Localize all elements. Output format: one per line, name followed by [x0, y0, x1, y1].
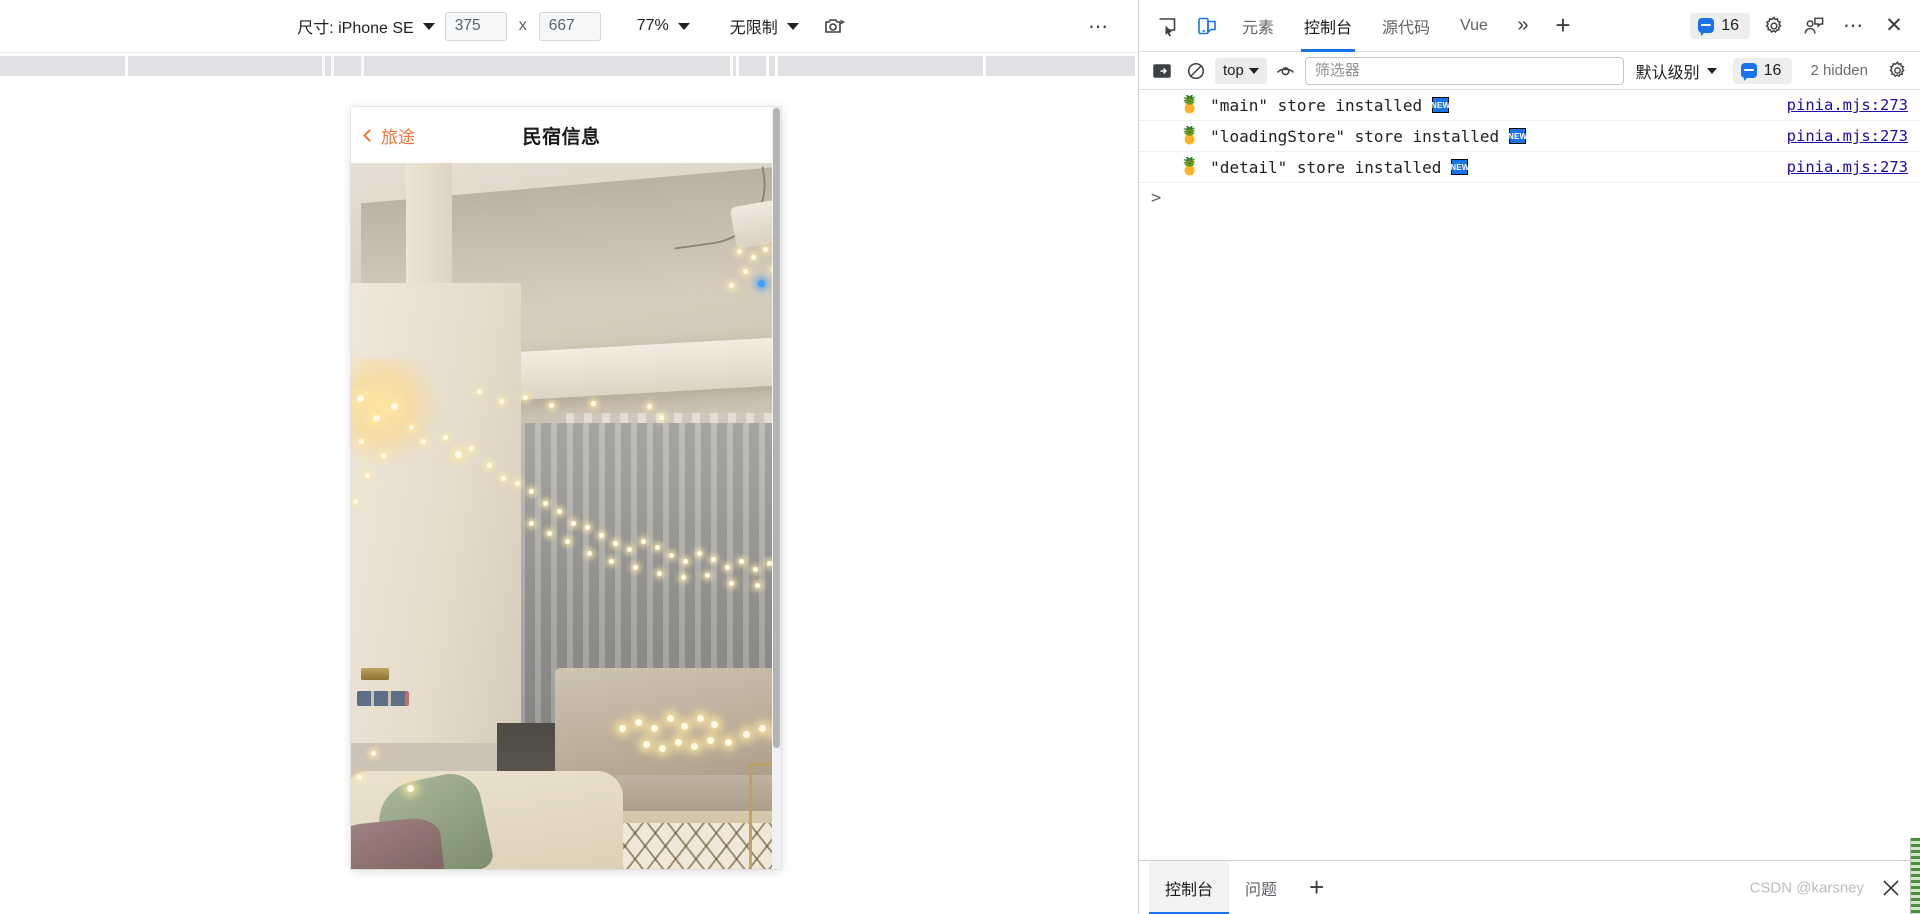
devtools-more-button[interactable]: ⋯ — [1834, 6, 1874, 46]
zoom-label: 77% — [636, 17, 669, 34]
console-message-text: "detail" store installed — [1210, 157, 1442, 177]
console-message-text: "main" store installed — [1210, 95, 1423, 115]
drawer-tab-console-label: 控制台 — [1165, 881, 1214, 899]
listing-photo[interactable] — [351, 163, 772, 869]
prompt-caret-icon: > — [1151, 188, 1162, 208]
phone-scrollbar[interactable] — [772, 107, 781, 869]
chevron-down-icon — [1706, 67, 1717, 74]
capture-screenshot-button[interactable] — [817, 11, 851, 41]
zoom-selector[interactable]: 77% — [627, 10, 700, 42]
inspect-element-button[interactable] — [1147, 6, 1187, 46]
console-message-source-link[interactable]: pinia.mjs:273 — [1787, 127, 1908, 145]
console-sidebar-button[interactable] — [1147, 57, 1177, 85]
console-message-list[interactable]: 🍍 "main" store installed NEW pinia.mjs:2… — [1139, 90, 1920, 860]
pinia-pineapple-icon: 🍍 — [1179, 156, 1201, 177]
csdn-watermark: CSDN @karsney — [1749, 879, 1864, 896]
clear-console-button[interactable] — [1181, 57, 1211, 85]
emulated-phone-screen: 旅途 民宿信息 — [351, 107, 781, 869]
drawer-tab-issues-label: 问题 — [1245, 881, 1278, 899]
new-badge: NEW — [1450, 159, 1469, 175]
devtools-drawer: 控制台 问题 + CSDN @karsney — [1139, 860, 1920, 914]
mobile-app-header: 旅途 民宿信息 — [351, 107, 772, 163]
tab-vue[interactable]: Vue — [1445, 0, 1503, 52]
tab-sources-label: 源代码 — [1382, 19, 1431, 37]
console-settings-button[interactable] — [1882, 57, 1912, 85]
devtools-window: 尺寸: iPhone SE x 77% 无限制 — [0, 0, 1920, 914]
console-issues-badge[interactable]: 16 — [1732, 57, 1793, 84]
tab-elements[interactable]: 元素 — [1227, 0, 1289, 52]
settings-button[interactable] — [1754, 6, 1794, 46]
issues-count: 16 — [1721, 16, 1739, 34]
pinia-pineapple-icon: 🍍 — [1179, 94, 1201, 115]
drawer-tab-issues[interactable]: 问题 — [1229, 861, 1293, 914]
device-size-selector[interactable]: 尺寸: iPhone SE — [287, 10, 445, 42]
throttling-selector[interactable]: 无限制 — [720, 10, 809, 42]
console-prompt[interactable]: > — [1139, 183, 1920, 213]
phone-stage: 旅途 民宿信息 — [0, 76, 1138, 914]
issues-badge-button[interactable]: 16 — [1690, 12, 1750, 39]
phone-scrollbar-thumb[interactable] — [773, 108, 780, 748]
console-filter-input[interactable] — [1304, 56, 1624, 85]
device-width-input[interactable] — [444, 11, 507, 41]
ruler-band — [0, 56, 1138, 77]
console-message-row[interactable]: 🍍 "main" store installed NEW pinia.mjs:2… — [1139, 90, 1920, 121]
photo-layers — [351, 163, 772, 869]
throttling-label: 无限制 — [729, 20, 778, 37]
new-badge: NEW — [1508, 128, 1527, 144]
device-toolbar: 尺寸: iPhone SE x 77% 无限制 — [0, 0, 1138, 52]
console-message-row[interactable]: 🍍 "loadingStore" store installed NEW pin… — [1139, 121, 1920, 152]
device-emulation-pane: 尺寸: iPhone SE x 77% 无限制 — [0, 0, 1138, 914]
console-message-source-link[interactable]: pinia.mjs:273 — [1787, 96, 1908, 114]
chevron-left-icon — [363, 128, 376, 142]
phone-page-content: 旅途 民宿信息 — [351, 107, 772, 869]
tab-sources[interactable]: 源代码 — [1367, 0, 1445, 52]
execution-context-selector[interactable]: top — [1215, 57, 1267, 84]
issues-bubble-icon — [1740, 63, 1757, 81]
tab-vue-label: Vue — [1460, 16, 1488, 34]
devtools-tabbar: 元素 控制台 源代码 Vue » + 16 ⋯ ✕ — [1139, 0, 1920, 52]
drawer-close-button[interactable] — [1876, 873, 1906, 903]
new-badge: NEW — [1431, 97, 1450, 113]
device-more-options-button[interactable]: ⋯ — [1082, 11, 1116, 41]
viewport-ruler — [0, 52, 1138, 77]
add-tab-button[interactable]: + — [1543, 6, 1583, 46]
chevron-down-icon — [786, 22, 799, 30]
more-tabs-button[interactable]: » — [1503, 6, 1543, 46]
device-size-label: 尺寸: iPhone SE — [297, 20, 414, 37]
live-expression-button[interactable] — [1271, 57, 1301, 85]
toggle-device-toolbar-button[interactable] — [1187, 6, 1227, 46]
page-scrollbar-indicator[interactable] — [1910, 838, 1920, 914]
tab-console-label: 控制台 — [1304, 19, 1353, 37]
back-button[interactable]: 旅途 — [363, 123, 415, 148]
log-level-selector[interactable]: 默认级别 — [1628, 59, 1725, 83]
console-message-source-link[interactable]: pinia.mjs:273 — [1787, 158, 1908, 176]
log-level-label: 默认级别 — [1635, 64, 1700, 82]
execution-context-label: top — [1223, 62, 1244, 79]
drawer-tab-console[interactable]: 控制台 — [1149, 860, 1230, 914]
chevron-down-icon — [422, 22, 435, 30]
console-toolbar: top 默认级别 16 2 hidden — [1139, 52, 1920, 90]
chevron-down-icon — [677, 22, 690, 30]
pinia-pineapple-icon: 🍍 — [1179, 125, 1201, 146]
feedback-button[interactable] — [1794, 6, 1834, 46]
device-height-input[interactable] — [538, 11, 601, 41]
console-message-text: "loadingStore" store installed — [1210, 126, 1500, 146]
console-issues-count: 16 — [1763, 61, 1782, 79]
console-message-row[interactable]: 🍍 "detail" store installed NEW pinia.mjs… — [1139, 152, 1920, 183]
tab-console[interactable]: 控制台 — [1289, 0, 1367, 52]
chevron-down-icon — [1248, 67, 1259, 74]
hidden-messages-label: 2 hidden — [1810, 62, 1868, 79]
close-devtools-button[interactable]: ✕ — [1874, 6, 1914, 46]
devtools-panel: 元素 控制台 源代码 Vue » + 16 ⋯ ✕ top 筛选器 默认级别 1… — [1138, 0, 1920, 914]
tab-elements-label: 元素 — [1242, 19, 1275, 37]
drawer-add-tab-button[interactable]: + — [1293, 861, 1340, 914]
dimension-separator: x — [518, 17, 527, 34]
back-button-label: 旅途 — [381, 127, 415, 147]
issues-bubble-icon — [1698, 18, 1715, 36]
